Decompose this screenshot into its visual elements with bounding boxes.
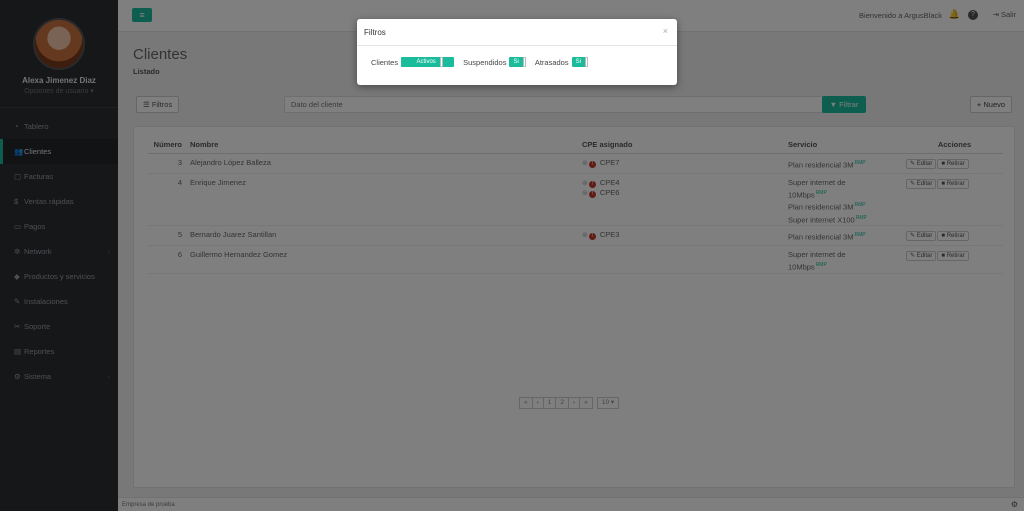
clients-status-toggle[interactable]: Activos: [401, 57, 455, 67]
modal-title: Filtros: [364, 28, 386, 37]
modal-header: Filtros ×: [357, 19, 677, 46]
suspended-toggle-value: Si: [513, 59, 519, 65]
close-icon[interactable]: ×: [663, 26, 668, 36]
late-filter-label: Atrasados: [534, 57, 569, 67]
suspended-filter-label: Suspendidos: [463, 57, 507, 67]
clients-filter-label: Clientes: [371, 57, 399, 67]
toggle-knob: [522, 57, 526, 67]
toggle-knob: [439, 57, 443, 67]
suspended-toggle[interactable]: Si: [509, 57, 526, 67]
late-toggle[interactable]: Si: [571, 57, 588, 67]
toggle-knob: [584, 57, 588, 67]
filters-modal: Filtros × Clientes Activos Suspendidos S…: [357, 19, 677, 85]
modal-body: Clientes Activos Suspendidos Si Atrasado…: [357, 46, 677, 67]
late-toggle-value: Si: [575, 59, 581, 65]
clients-toggle-value: Activos: [416, 59, 436, 65]
